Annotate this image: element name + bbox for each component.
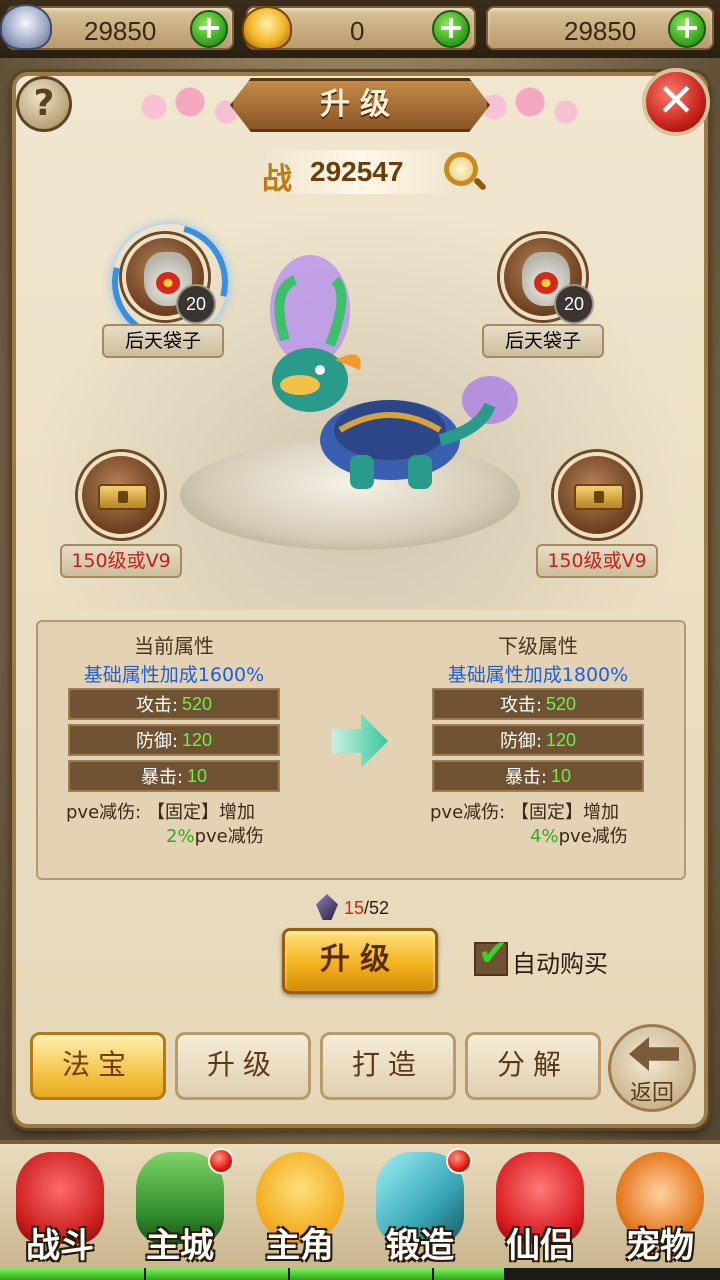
gold-amount: 0 — [350, 16, 365, 46]
nav-hero[interactable]: 主角 — [240, 1148, 360, 1268]
nav-main-city[interactable]: 主城 — [120, 1148, 240, 1268]
tab-upgrade[interactable]: 升级 — [175, 1032, 311, 1100]
material-need: /52 — [364, 898, 390, 918]
next-pve-value: 4%pve减伤 — [530, 822, 628, 848]
stat-value: 120 — [546, 729, 577, 750]
xp-divider — [144, 1268, 146, 1280]
gold-resource: 0 + — [242, 6, 476, 50]
tab-forge[interactable]: 打造 — [320, 1032, 456, 1100]
nav-label: 主城 — [146, 1226, 214, 1266]
nav-label: 仙侣 — [506, 1226, 574, 1266]
upgrade-button[interactable]: 升级 — [282, 928, 438, 994]
next-attack-row: 攻击: 520 — [432, 688, 644, 720]
notification-dot — [446, 1148, 472, 1174]
current-pve-line: pve减伤: 【固定】增加 — [66, 802, 255, 823]
xp-divider — [288, 1268, 290, 1280]
experience-bar — [0, 1268, 720, 1280]
nav-forge[interactable]: 锻造 — [360, 1148, 480, 1268]
pve-suffix: pve减伤 — [194, 826, 264, 847]
xp-divider — [432, 1268, 434, 1280]
stat-value: 120 — [182, 729, 213, 750]
slot-label-right: 后天袋子 — [482, 324, 604, 358]
stat-label: 暴击: — [140, 767, 184, 788]
next-attributes-heading: 下级属性 — [498, 634, 578, 658]
pve-suffix: pve减伤 — [558, 826, 628, 847]
next-bonus: 基础属性加成1800% — [447, 664, 629, 686]
pve-percent: 4% — [530, 826, 559, 847]
current-bonus: 基础属性加成1600% — [83, 664, 265, 686]
current-crit-row: 暴击: 10 — [68, 760, 280, 792]
checkmark-icon: ✔ — [478, 933, 509, 974]
help-button[interactable]: ? — [16, 76, 72, 132]
stat-value: 10 — [551, 765, 572, 786]
locked-slot-label-right: 150级或V9 — [536, 544, 658, 578]
tab-treasure[interactable]: 法宝 — [30, 1032, 166, 1100]
power-display: 战 292547 — [262, 150, 462, 197]
third-amount: 29850 — [564, 16, 637, 46]
lock-icon — [98, 484, 148, 510]
stat-label: 防御: — [499, 731, 543, 752]
stat-label: 防御: — [135, 731, 179, 752]
next-pve-line: pve减伤: 【固定】增加 — [430, 802, 619, 823]
lock-icon — [574, 484, 624, 510]
current-attack-row: 攻击: 520 — [68, 688, 280, 720]
material-cost: 15/52 — [344, 898, 389, 919]
locked-slot-label-left: 150级或V9 — [60, 544, 182, 578]
nav-companion[interactable]: 仙侣 — [480, 1148, 600, 1268]
slot-label-left: 后天袋子 — [102, 324, 224, 358]
stat-label: 暴击: — [504, 767, 548, 788]
material-have: 15 — [344, 898, 365, 918]
current-pve-value: 2%pve减伤 — [166, 822, 264, 848]
add-silver-button[interactable]: + — [190, 10, 228, 48]
back-label: 返回 — [629, 1081, 674, 1106]
magnifier-icon[interactable] — [444, 152, 478, 186]
nav-pet[interactable]: 宠物 — [600, 1148, 720, 1268]
auto-buy-label[interactable]: 自动购买 — [512, 944, 608, 979]
stat-label: 攻击: — [499, 695, 543, 716]
nav-battle[interactable]: 战斗 — [0, 1148, 120, 1268]
stat-value: 520 — [182, 693, 213, 714]
panel-title: 升级 — [230, 78, 490, 132]
back-button[interactable]: 返回 — [608, 1024, 696, 1112]
material-slot-right[interactable]: 20 — [500, 234, 594, 324]
next-crit-row: 暴击: 10 — [432, 760, 644, 792]
silver-amount: 29850 — [84, 16, 157, 46]
back-arrow-icon — [629, 1037, 679, 1071]
current-attributes-heading: 当前属性 — [134, 634, 214, 658]
silver-resource: 29850 + — [0, 4, 234, 50]
resource-bar: 29850 + 0 + 29850 + — [0, 0, 720, 58]
silver-ingot-icon — [0, 4, 52, 50]
stat-value: 520 — [546, 693, 577, 714]
nav-label: 战斗 — [26, 1226, 94, 1266]
current-defense-row: 防御: 120 — [68, 724, 280, 756]
locked-slot-left[interactable] — [78, 452, 164, 538]
tab-decompose[interactable]: 分解 — [465, 1032, 601, 1100]
stat-value: 10 — [187, 765, 208, 786]
nav-label: 锻造 — [386, 1226, 454, 1266]
stat-label: 攻击: — [135, 695, 179, 716]
notification-dot — [208, 1148, 234, 1174]
nav-label: 宠物 — [626, 1226, 694, 1266]
xp-divider — [576, 1268, 578, 1280]
third-resource: 29850 + — [486, 6, 714, 50]
power-prefix: 战 — [262, 162, 292, 197]
add-gold-button[interactable]: + — [432, 10, 470, 48]
gold-ingot-icon — [242, 6, 292, 50]
add-third-button[interactable]: + — [668, 10, 706, 48]
experience-fill — [0, 1268, 504, 1280]
slot-count: 20 — [554, 284, 594, 324]
slot-count: 20 — [176, 284, 216, 324]
locked-slot-right[interactable] — [554, 452, 640, 538]
nav-label: 主角 — [266, 1226, 334, 1266]
power-value: 292547 — [310, 156, 404, 187]
next-defense-row: 防御: 120 — [432, 724, 644, 756]
material-slot-left[interactable]: 20 — [90, 202, 250, 362]
pve-percent: 2% — [166, 826, 195, 847]
close-button[interactable]: ✕ — [642, 68, 710, 136]
pet-turtle-dragon — [270, 255, 518, 489]
auto-buy-checkbox[interactable]: ✔ — [474, 936, 508, 976]
